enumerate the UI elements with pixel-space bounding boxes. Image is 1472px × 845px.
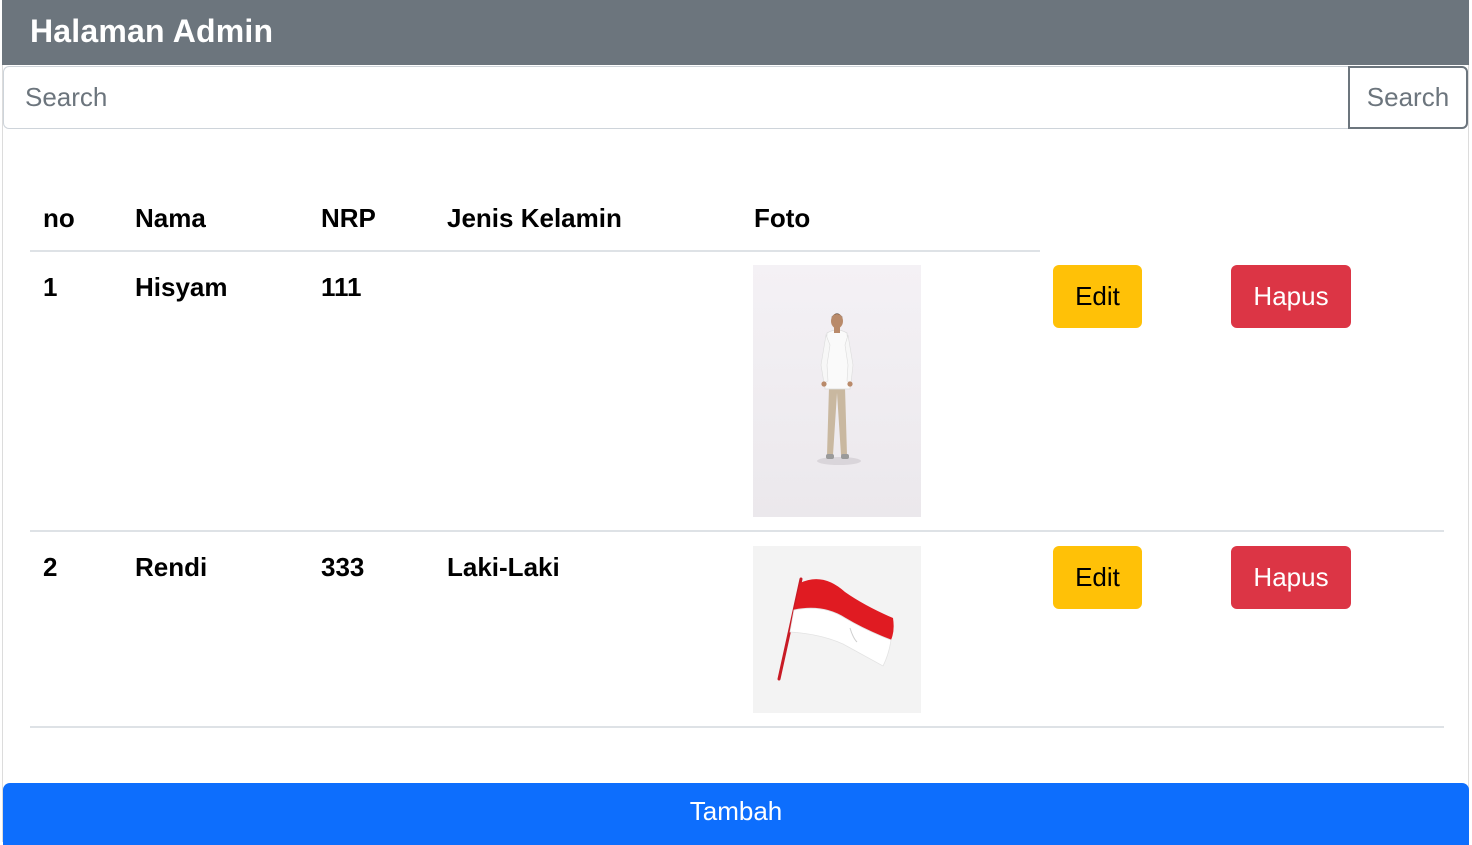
- cell-nrp: 333: [321, 552, 365, 582]
- header-divider: [30, 250, 1040, 252]
- cell-no: 1: [43, 272, 58, 302]
- page-title: Halaman Admin: [30, 13, 274, 49]
- person-photo: [753, 265, 921, 517]
- column-header-nrp: NRP: [321, 203, 376, 233]
- page-header: Halaman Admin: [2, 0, 1469, 65]
- edit-button[interactable]: Edit: [1053, 265, 1142, 328]
- search-input[interactable]: [3, 66, 1350, 129]
- column-header-foto: Foto: [754, 203, 811, 233]
- column-header-jenis-kelamin: Jenis Kelamin: [447, 203, 622, 233]
- cell-nama: Hisyam: [135, 272, 228, 302]
- cell-nama: Rendi: [135, 552, 208, 582]
- cell-no: 2: [43, 552, 58, 582]
- hapus-button[interactable]: Hapus: [1231, 546, 1351, 609]
- row-divider: [30, 530, 1444, 532]
- hapus-button[interactable]: Hapus: [1231, 265, 1351, 328]
- column-header-nama: Nama: [135, 203, 206, 233]
- edit-button[interactable]: Edit: [1053, 546, 1142, 609]
- search-button[interactable]: Search: [1348, 66, 1468, 129]
- cell-jenis-kelamin: Laki-Laki: [447, 552, 560, 582]
- column-header-no: no: [43, 203, 75, 233]
- tambah-button[interactable]: Tambah: [3, 783, 1469, 845]
- flag-photo: [753, 546, 921, 713]
- cell-nrp: 111: [321, 272, 362, 302]
- search-form: Search: [3, 66, 1469, 129]
- row-divider: [30, 726, 1444, 728]
